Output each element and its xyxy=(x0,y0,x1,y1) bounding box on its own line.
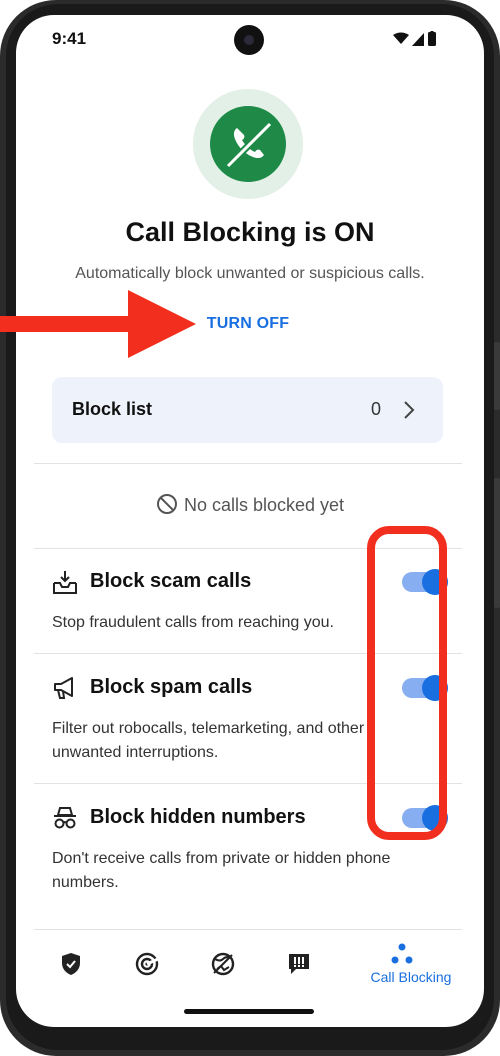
block-list-row[interactable]: Block list 0 xyxy=(52,377,443,443)
divider xyxy=(34,463,462,464)
annotation-arrow xyxy=(0,290,196,358)
block-circle-icon xyxy=(156,494,177,514)
setting-title-hidden: Block hidden numbers xyxy=(90,806,306,828)
nav-item-scan[interactable] xyxy=(134,931,160,991)
nav-item-web[interactable] xyxy=(210,931,236,991)
globe-slash-icon xyxy=(211,952,235,976)
status-time: 9:41 xyxy=(52,29,87,48)
alert-message-icon xyxy=(289,954,309,974)
radar-icon xyxy=(135,952,159,976)
front-camera xyxy=(234,25,264,55)
nav-item-call-blocking[interactable]: Call Blocking xyxy=(361,931,461,991)
block-list-count: 0 xyxy=(370,399,381,419)
signal-battery-icon xyxy=(393,31,436,46)
power-button xyxy=(494,478,500,608)
setting-title-spam: Block spam calls xyxy=(90,676,253,698)
empty-state: No calls blocked yet xyxy=(16,493,484,516)
home-indicator[interactable] xyxy=(184,1009,314,1014)
empty-state-text: No calls blocked yet xyxy=(183,495,345,515)
bottom-nav: Call Blocking xyxy=(16,931,484,1001)
call-blocking-hero-icon xyxy=(193,89,303,199)
volume-button xyxy=(494,342,500,410)
divider xyxy=(34,929,462,930)
page-title: Call Blocking is ON xyxy=(125,217,375,247)
annotation-highlight-box xyxy=(367,526,447,840)
shield-check-icon xyxy=(62,953,80,975)
setting-title-scam: Block scam calls xyxy=(90,570,252,592)
setting-desc-spam: Filter out robocalls, telemarketing, and… xyxy=(52,720,365,761)
scam-tray-icon xyxy=(53,571,77,594)
setting-desc-hidden: Don't receive calls from private or hidd… xyxy=(52,850,391,891)
nav-item-protection[interactable] xyxy=(58,931,84,991)
call-blocking-icon xyxy=(391,943,413,964)
turn-off-button[interactable]: TURN OFF xyxy=(186,315,310,341)
block-list-label: Block list xyxy=(72,399,153,419)
page-subtitle: Automatically block unwanted or suspicio… xyxy=(75,265,425,282)
nav-item-messages[interactable] xyxy=(286,931,312,991)
chevron-right-icon xyxy=(404,401,415,419)
nav-label-call-blocking: Call Blocking xyxy=(370,969,452,985)
phone-blocked-icon xyxy=(225,121,273,169)
megaphone-icon xyxy=(54,677,73,699)
status-bar: 9:41 xyxy=(16,15,484,61)
incognito-icon xyxy=(54,807,76,829)
setting-desc-scam: Stop fraudulent calls from reaching you. xyxy=(52,614,334,631)
screen: 9:41 Call Blocking is ON Automatically b… xyxy=(16,15,484,1027)
